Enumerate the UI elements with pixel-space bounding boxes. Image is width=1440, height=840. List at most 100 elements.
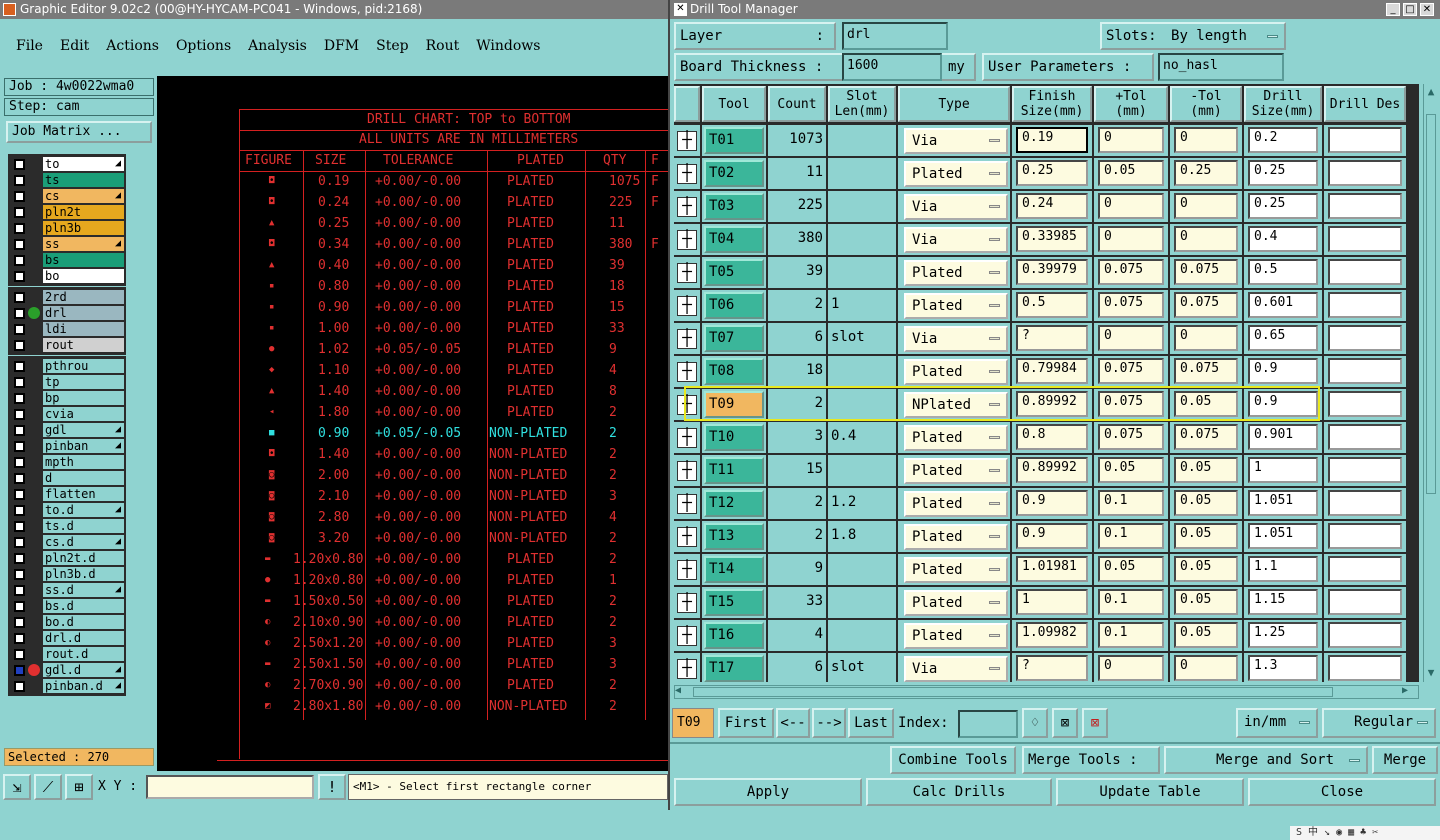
tool-des-input[interactable]	[1328, 655, 1402, 681]
layer-checkbox[interactable]	[14, 568, 25, 580]
layer-checkbox[interactable]	[14, 664, 25, 676]
next-button[interactable]: -->	[812, 708, 846, 738]
column-header--tol[interactable]: -Tol (mm)	[1170, 86, 1242, 122]
menu-edit[interactable]: Edit	[60, 30, 89, 62]
menu-file[interactable]: File	[16, 30, 43, 62]
tool-expand-icon[interactable]: ┼	[677, 494, 697, 514]
tool-button-t11[interactable]: T11	[704, 457, 764, 484]
tool-button-t14[interactable]: T14	[704, 556, 764, 583]
tool-ptol-input[interactable]: 0	[1098, 127, 1164, 153]
close-button[interactable]: Close	[1248, 778, 1436, 806]
bulb-icon[interactable]: ♢	[1022, 708, 1048, 738]
tool-finish-input[interactable]: ?	[1016, 325, 1088, 351]
tool-drill-input[interactable]: 1.1	[1248, 556, 1318, 582]
layer-checkbox[interactable]	[14, 648, 25, 660]
layer-row-pinban[interactable]: pinban ◢	[10, 438, 124, 454]
tool-finish-input[interactable]: 0.79984	[1016, 358, 1088, 384]
apply-button[interactable]: Apply	[674, 778, 862, 806]
tool-finish-input[interactable]: 0.9	[1016, 523, 1088, 549]
tool-finish-input[interactable]: 0.89992	[1016, 391, 1088, 417]
tool-button-t17[interactable]: T17	[704, 655, 764, 682]
tool-drill-input[interactable]: 0.901	[1248, 424, 1318, 450]
layer-row-bo[interactable]: bo	[10, 268, 124, 284]
user-parameters-input[interactable]: no_hasl	[1158, 53, 1284, 81]
tool-type-menu[interactable]: Plated	[904, 359, 1008, 385]
tool-finish-input[interactable]: 0.39979	[1016, 259, 1088, 285]
layer-row-ldi[interactable]: ldi	[10, 321, 124, 337]
tool-expand-icon[interactable]: ┼	[677, 197, 697, 217]
layer-checkbox[interactable]	[14, 360, 25, 372]
tool-type-menu[interactable]: Plated	[904, 458, 1008, 484]
job-matrix-button[interactable]: Job Matrix ...	[6, 121, 152, 143]
layer-checkbox[interactable]	[14, 520, 25, 532]
tool-ntol-input[interactable]: 0.05	[1174, 556, 1238, 582]
tool-expand-icon[interactable]: ┼	[677, 164, 697, 184]
layer-checkbox[interactable]	[14, 339, 25, 351]
horizontal-scrollbar[interactable]: ◀ ▶	[674, 685, 1419, 699]
tool-finish-input[interactable]: ?	[1016, 655, 1088, 681]
tool-drill-input[interactable]: 0.25	[1248, 193, 1318, 219]
layer-checkbox[interactable]	[14, 307, 25, 319]
tool-button-t12[interactable]: T12	[704, 490, 764, 517]
tool-expand-icon[interactable]: ┼	[677, 296, 697, 316]
tool-des-input[interactable]	[1328, 457, 1402, 483]
tool-ptol-input[interactable]: 0	[1098, 226, 1164, 252]
prev-button[interactable]: <--	[776, 708, 810, 738]
tool-ptol-input[interactable]: 0.075	[1098, 292, 1164, 318]
tool-type-menu[interactable]: Via	[904, 326, 1008, 352]
tool-ntol-input[interactable]: 0	[1174, 127, 1238, 153]
tool-ptol-input[interactable]: 0	[1098, 325, 1164, 351]
tool-ntol-input[interactable]: 0	[1174, 325, 1238, 351]
tool-button-t16[interactable]: T16	[704, 622, 764, 649]
tool-ntol-input[interactable]: 0.05	[1174, 490, 1238, 516]
layer-row-drl[interactable]: drl	[10, 305, 124, 321]
layer-row-pinban.d[interactable]: pinban.d ◢	[10, 678, 124, 694]
tool-drill-input[interactable]: 0.65	[1248, 325, 1318, 351]
tool-des-input[interactable]	[1328, 127, 1402, 153]
tool-ntol-input[interactable]: 0.05	[1174, 589, 1238, 615]
layer-checkbox[interactable]	[14, 504, 25, 516]
tool-ptol-input[interactable]: 0.05	[1098, 556, 1164, 582]
layer-row-tp[interactable]: tp	[10, 374, 124, 390]
tool-des-input[interactable]	[1328, 523, 1402, 549]
merge-button[interactable]: Merge	[1372, 746, 1438, 774]
layer-checkbox[interactable]	[14, 254, 25, 266]
menu-rout[interactable]: Rout	[426, 30, 460, 62]
layer-row-pln2t.d[interactable]: pln2t.d	[10, 550, 124, 566]
layer-row-ss.d[interactable]: ss.d ◢	[10, 582, 124, 598]
menu-options[interactable]: Options	[176, 30, 231, 62]
tool-drill-input[interactable]: 0.2	[1248, 127, 1318, 153]
tool-des-input[interactable]	[1328, 226, 1402, 252]
delete-icon[interactable]: ⊠	[1082, 708, 1108, 738]
tool-des-input[interactable]	[1328, 292, 1402, 318]
layer-checkbox[interactable]	[14, 600, 25, 612]
layer-row-bp[interactable]: bp	[10, 390, 124, 406]
vertical-scrollbar[interactable]: ▲ ▼	[1423, 84, 1438, 682]
tool-type-menu[interactable]: Plated	[904, 260, 1008, 286]
column-header-drill[interactable]: Drill Size(mm)	[1244, 86, 1322, 122]
tool-ptol-input[interactable]: 0.075	[1098, 391, 1164, 417]
tool-expand-icon[interactable]: ┼	[677, 131, 697, 151]
alert-icon[interactable]: !	[318, 774, 346, 800]
maximize-icon[interactable]: □	[1403, 3, 1417, 16]
layer-checkbox[interactable]	[14, 206, 25, 218]
menu-dfm[interactable]: DFM	[324, 30, 359, 62]
layer-checkbox[interactable]	[14, 238, 25, 250]
tool-expand-icon[interactable]: ┼	[677, 593, 697, 613]
tool-des-input[interactable]	[1328, 259, 1402, 285]
layer-checkbox[interactable]	[14, 222, 25, 234]
layer-checkbox[interactable]	[14, 440, 25, 452]
combine-tools-button[interactable]: Combine Tools	[890, 746, 1016, 774]
tool-button-t01[interactable]: T01	[704, 127, 764, 154]
tool-ntol-input[interactable]: 0	[1174, 226, 1238, 252]
tool-button-t05[interactable]: T05	[704, 259, 764, 286]
layer-row-flatten[interactable]: flatten	[10, 486, 124, 502]
tool-ntol-input[interactable]: 0	[1174, 193, 1238, 219]
tool-ntol-input[interactable]: 0.075	[1174, 424, 1238, 450]
tool-type-menu[interactable]: Via	[904, 128, 1008, 154]
layer-checkbox[interactable]	[14, 552, 25, 564]
tool-expand-icon[interactable]: ┼	[677, 626, 697, 646]
user-parameters-button[interactable]: User Parameters :	[982, 53, 1154, 81]
tool-button-t10[interactable]: T10	[704, 424, 764, 451]
tool-drill-input[interactable]: 0.9	[1248, 391, 1318, 417]
